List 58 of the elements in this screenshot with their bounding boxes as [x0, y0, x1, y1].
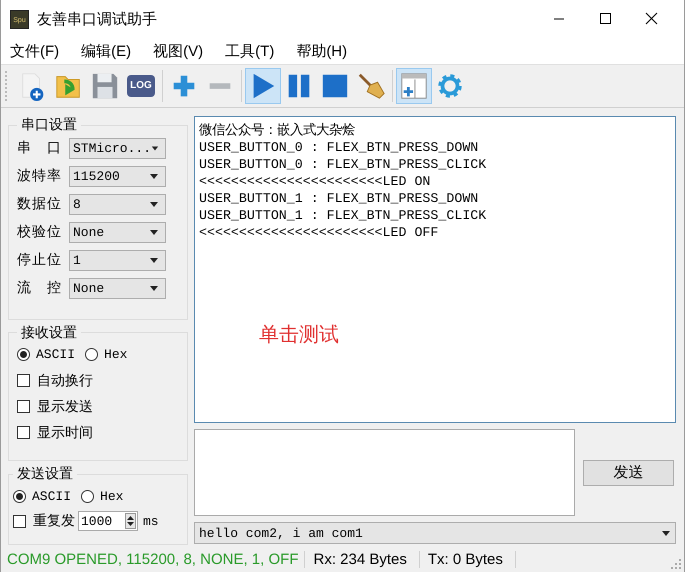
dropdown[interactable]: 115200	[69, 166, 166, 186]
checkbox[interactable]: 重复发	[13, 508, 75, 534]
send-button[interactable]: 发送	[583, 460, 674, 486]
caret-icon	[149, 256, 159, 264]
menu-item[interactable]: 视图(V)	[147, 42, 210, 60]
dropdown[interactable]: STMicro...	[69, 138, 166, 158]
log-line: <<<<<<<<<<<<<<<<<<<<<<<LED OFF	[199, 224, 440, 241]
window-add-icon[interactable]	[399, 71, 429, 101]
field-label: 校验位	[17, 223, 61, 241]
log-line: 微信公众号：嵌入式大杂烩	[199, 122, 356, 139]
log-line: USER_BUTTON_1 : FLEX_BTN_PRESS_CLICK	[199, 207, 488, 224]
rx-count: Rx: 234 Bytes	[305, 551, 420, 568]
radio-button[interactable]: Hex	[85, 347, 128, 362]
group-title: 接收设置	[20, 324, 78, 342]
dropdown[interactable]: 8	[69, 194, 166, 214]
log-line: USER_BUTTON_1 : FLEX_BTN_PRESS_DOWN	[199, 190, 480, 207]
connection-status: COM9 OPENED, 115200, 8, NONE, 1, OFF	[1, 551, 306, 568]
annotation-text: 单击测试	[259, 324, 339, 348]
tx-count: Tx: 0 Bytes	[420, 551, 516, 568]
caret-icon	[661, 530, 671, 536]
log-line: <<<<<<<<<<<<<<<<<<<<<<<LED ON	[199, 173, 432, 190]
spin-arrows-icon[interactable]	[125, 513, 136, 530]
resize-grip-icon[interactable]	[670, 558, 682, 570]
group-title: 串口设置	[20, 116, 78, 134]
checkbox[interactable]: 显示发送	[17, 394, 179, 420]
log-line: USER_BUTTON_0 : FLEX_BTN_PRESS_DOWN	[199, 139, 480, 156]
caret-icon	[149, 172, 159, 180]
receive-text-area[interactable]	[194, 116, 676, 423]
checkbox[interactable]: 自动换行	[17, 368, 179, 394]
menu-item[interactable]: 工具(T)	[219, 42, 280, 60]
radio-button[interactable]: Hex	[81, 488, 124, 504]
radio-button[interactable]: ASCII	[13, 488, 72, 504]
send-text-area[interactable]	[194, 429, 575, 516]
interval-spinbox[interactable]: 1000	[78, 511, 138, 532]
dropdown[interactable]: None	[69, 278, 166, 298]
unit-label: ms	[143, 514, 159, 529]
caret-icon	[149, 200, 159, 208]
caret-icon	[149, 228, 159, 236]
log-line: USER_BUTTON_0 : FLEX_BTN_PRESS_CLICK	[199, 156, 488, 173]
group-title: 发送设置	[16, 465, 74, 484]
caret-icon	[151, 144, 159, 152]
dropdown[interactable]: None	[69, 222, 166, 242]
history-dropdown[interactable]: hello com2, i am com1	[194, 522, 676, 544]
field-label: 数据位	[17, 195, 61, 213]
field-label: 停止位	[17, 251, 61, 269]
menu-item[interactable]: 帮助(H)	[290, 42, 354, 60]
window-title: 友善串口调试助手	[37, 10, 157, 28]
caret-icon	[149, 284, 159, 292]
dropdown[interactable]: 1	[69, 250, 166, 270]
field-label: 流 控	[17, 279, 61, 297]
field-label: 波特率	[17, 167, 61, 185]
menu-item[interactable]: 编辑(E)	[75, 42, 138, 60]
radio-button[interactable]: ASCII	[17, 347, 76, 362]
field-label: 串 口	[17, 139, 61, 157]
checkbox[interactable]: 显示时间	[17, 420, 179, 446]
broom-icon[interactable]	[356, 71, 386, 101]
log-button[interactable]: LOG	[127, 75, 155, 97]
menu-item[interactable]: 文件(F)	[4, 42, 66, 60]
